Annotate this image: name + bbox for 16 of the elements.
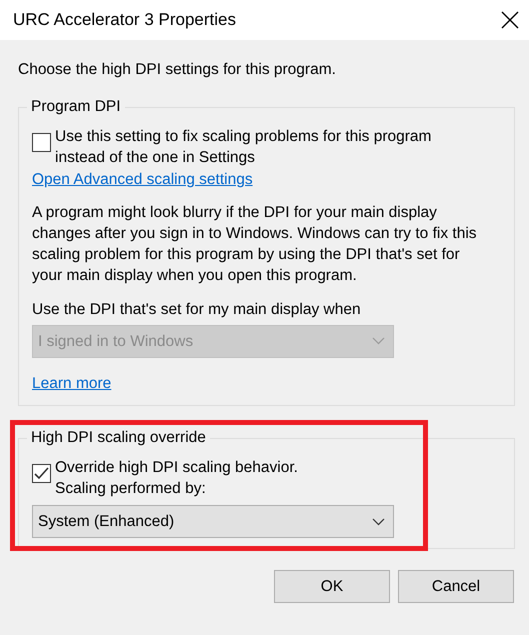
ok-button[interactable]: OK bbox=[274, 570, 390, 603]
field-label: Use the DPI that's set for my main display when bbox=[32, 300, 362, 320]
chevron-icon bbox=[372, 518, 385, 526]
link[interactable]: Learn more bbox=[32, 372, 112, 394]
checkbox-label: Use this setting to fix scaling problems for this program instead of the one in Settings bbox=[55, 127, 432, 168]
chevron-icon bbox=[372, 337, 385, 346]
checkbox-label: Override high DPI scaling behavior. Scaling performed by: bbox=[55, 458, 298, 499]
close-icon[interactable] bbox=[501, 11, 519, 29]
checkbox[interactable] bbox=[32, 133, 51, 152]
window-title: URC Accelerator 3 Properties bbox=[13, 9, 236, 32]
link[interactable]: Open Advanced scaling settings bbox=[32, 169, 253, 190]
intro-text: Choose the high DPI settings for this program. bbox=[18, 60, 337, 80]
description-text: A program might look blurry if the DPI for your main display changes after you sign in to Windows. Windows can try to fix this scaling problem for this program by using the DPI that's set for your main display when you open this program. bbox=[32, 202, 478, 286]
checkbox[interactable] bbox=[32, 464, 51, 483]
dropdown[interactable]: System (Enhanced) bbox=[32, 505, 394, 538]
cancel-button[interactable]: Cancel bbox=[398, 570, 514, 603]
